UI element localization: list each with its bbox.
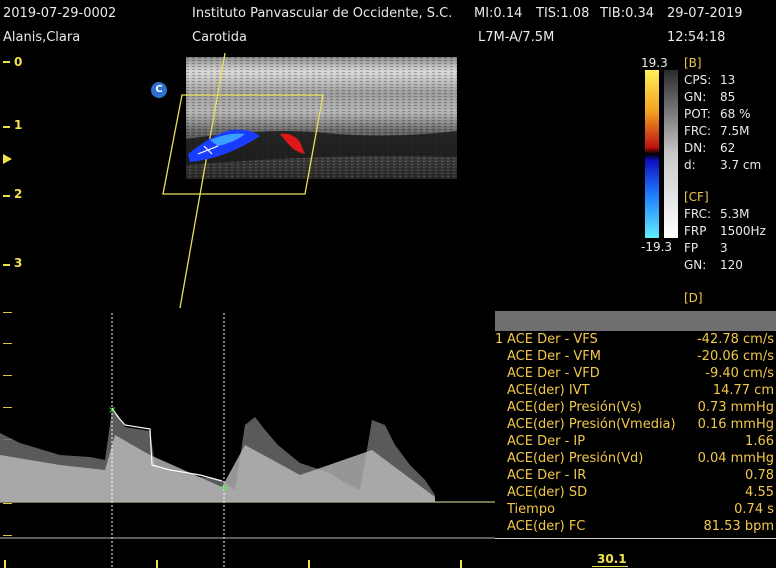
- svg-text:+: +: [220, 483, 228, 494]
- param-value: 13: [720, 73, 736, 87]
- patient-id: 2019-07-29-0002: [3, 6, 117, 21]
- measurement-value: 0.04 mmHg: [697, 451, 774, 466]
- param-value: 3.7 cm: [720, 158, 762, 172]
- depth-label-2: 2: [14, 187, 23, 201]
- measurement-row: ACE(der) Presión(Vd) 0.04 mmHg: [495, 451, 776, 468]
- measurement-value: 1.66: [745, 434, 774, 449]
- sweep-speed-underline: [592, 566, 628, 567]
- color-scale-top: 19.3: [641, 56, 668, 70]
- measurement-index: 1: [495, 332, 504, 347]
- depth-label-1: 1: [14, 118, 23, 132]
- measurement-value: 0.16 mmHg: [697, 417, 774, 432]
- param-value: 68 %: [720, 107, 751, 121]
- measurement-row: ACE Der - IP 1.66: [495, 434, 776, 451]
- measurement-header-bar: [495, 311, 776, 331]
- mechanical-index: MI:0.14: [474, 6, 523, 21]
- colorflow-params-header: [CF]: [684, 190, 709, 204]
- param-key: FRC:: [684, 207, 712, 221]
- measurement-value: -42.78 cm/s: [696, 332, 774, 347]
- focus-marker-icon: [3, 154, 12, 164]
- doppler-spectrum: × +: [0, 313, 495, 568]
- param-value: 5.3M: [720, 207, 750, 221]
- thermal-index-bone: TIB:0.34: [600, 6, 655, 21]
- measurement-label: ACE(der) Presión(Vd): [507, 451, 644, 466]
- param-key: FP: [684, 241, 699, 255]
- measurement-row: Tiempo 0.74 s: [495, 502, 776, 519]
- param-key: GN:: [684, 90, 707, 104]
- color-scale-bar: [645, 70, 659, 238]
- depth-tick: [3, 195, 10, 197]
- depth-label-0: 0: [14, 55, 23, 69]
- measurement-label: ACE Der - IR: [507, 468, 587, 483]
- param-key: FRC:: [684, 124, 712, 138]
- param-key: CPS:: [684, 73, 712, 87]
- measurement-value: -9.40 cm/s: [705, 366, 774, 381]
- measurement-row: ACE(der) FC 81.53 bpm: [495, 519, 776, 536]
- color-flow-overlay: [162, 52, 324, 309]
- param-value: 3: [720, 241, 728, 255]
- param-key: DN:: [684, 141, 707, 155]
- param-key: POT:: [684, 107, 711, 121]
- depth-tick: [3, 126, 10, 128]
- measurement-row: ACE(der) SD 4.55: [495, 485, 776, 502]
- param-value: 1500Hz: [720, 224, 766, 238]
- measurement-label: ACE Der - VFS: [507, 332, 598, 347]
- measurement-label: ACE(der) FC: [507, 519, 586, 534]
- exam-time: 12:54:18: [667, 30, 726, 45]
- measurement-label: ACE(der) IVT: [507, 383, 590, 398]
- param-value: 85: [720, 90, 736, 104]
- measurement-row: ACE Der - IR 0.78: [495, 468, 776, 485]
- measurement-value: 4.55: [745, 485, 774, 500]
- measurement-label: ACE Der - IP: [507, 434, 586, 449]
- param-value: 62: [720, 141, 736, 155]
- probe-info: L7M-A/7.5M: [478, 30, 555, 45]
- measurement-value: 14.77 cm: [712, 383, 774, 398]
- measurement-table-bottom: [495, 538, 776, 539]
- thermal-index-soft: TIS:1.08: [536, 6, 590, 21]
- depth-tick: [3, 264, 10, 266]
- param-value: 120: [720, 258, 743, 272]
- sweep-speed-value: 30.1: [597, 552, 627, 566]
- institution-name: Instituto Panvascular de Occidente, S.C.: [192, 6, 453, 21]
- measurement-value: 0.74 s: [734, 502, 774, 517]
- measurement-value: -20.06 cm/s: [696, 349, 774, 364]
- bmode-params-header: [B]: [684, 56, 702, 70]
- measurement-value: 81.53 bpm: [703, 519, 774, 534]
- param-key: d:: [684, 158, 696, 172]
- measurement-label: ACE(der) SD: [507, 485, 588, 500]
- doppler-params-header: [D]: [684, 291, 703, 305]
- measurement-row: ACE(der) IVT 14.77 cm: [495, 383, 776, 400]
- param-key: FRP: [684, 224, 707, 238]
- svg-text:×: ×: [108, 405, 116, 416]
- color-scale-bottom: -19.3: [641, 240, 673, 254]
- measurement-value: 0.78: [745, 468, 774, 483]
- gray-scale-bar: [664, 70, 678, 238]
- param-key: GN:: [684, 258, 707, 272]
- measurement-label: ACE Der - VFD: [507, 366, 600, 381]
- depth-tick: [3, 61, 10, 63]
- param-value: 7.5M: [720, 124, 750, 138]
- measurement-label: ACE Der - VFM: [507, 349, 601, 364]
- measurement-label: ACE(der) Presión(Vmedia): [507, 417, 676, 432]
- measurement-row: ACE(der) Presión(Vmedia) 0.16 mmHg: [495, 417, 776, 434]
- measurement-label: Tiempo: [507, 502, 556, 517]
- patient-name: Alanis,Clara: [3, 30, 81, 45]
- measurement-row: ACE(der) Presión(Vs) 0.73 mmHg: [495, 400, 776, 417]
- measurement-row: 1 ACE Der - VFS -42.78 cm/s: [495, 332, 776, 349]
- measurement-row: ACE Der - VFD -9.40 cm/s: [495, 366, 776, 383]
- exam-date: 29-07-2019: [667, 6, 743, 21]
- depth-label-3: 3: [14, 256, 23, 270]
- measurement-row: ACE Der - VFM -20.06 cm/s: [495, 349, 776, 366]
- exam-type: Carotida: [192, 30, 247, 45]
- measurement-value: 0.73 mmHg: [697, 400, 774, 415]
- measurement-label: ACE(der) Presión(Vs): [507, 400, 642, 415]
